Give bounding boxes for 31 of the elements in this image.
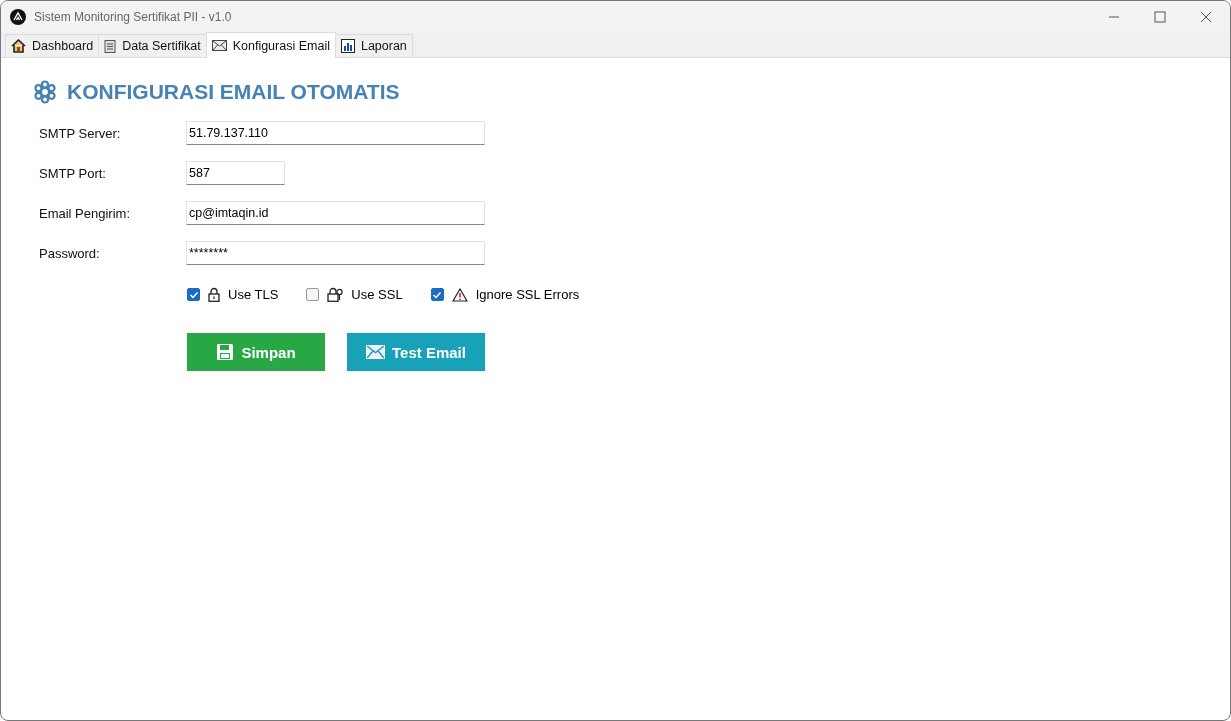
field-label: SMTP Server:: [39, 125, 122, 141]
tab[interactable]: Konfigurasi Email: [205, 32, 336, 58]
envelope-icon: [211, 40, 227, 51]
warning-icon: [451, 287, 468, 302]
maximize-icon[interactable]: [1154, 10, 1166, 23]
window-title: Sistem Monitoring Sertifikat PII - v1.0: [34, 9, 232, 24]
house-icon: [11, 39, 26, 53]
field-label: Password:: [39, 245, 101, 261]
tab[interactable]: Laporan: [334, 34, 413, 57]
checkbox-label: Use TLS: [228, 287, 279, 302]
page-heading: KONFIGURASI EMAIL OTOMATIS: [67, 80, 400, 104]
checkbox[interactable]: [430, 288, 444, 301]
bar-chart-icon: [340, 39, 355, 53]
input-field[interactable]: cp@imtaqin.id: [186, 201, 485, 225]
app-logo-icon: [10, 8, 26, 25]
field-label: SMTP Port:: [39, 165, 107, 181]
checkbox-label: Ignore SSL Errors: [475, 287, 580, 302]
padlock-icon: [327, 287, 344, 302]
field-label: Email Pengirim:: [39, 205, 132, 221]
checkbox[interactable]: [306, 288, 320, 301]
gear-icon: [33, 80, 57, 104]
clipboard-icon: [104, 39, 117, 53]
input-field[interactable]: ********: [186, 241, 485, 265]
tab[interactable]: Dashboard: [5, 34, 100, 57]
input-field[interactable]: 587: [186, 161, 285, 185]
checkbox[interactable]: [187, 288, 200, 301]
checkbox-label: Use SSL: [351, 287, 403, 302]
close-icon[interactable]: [1200, 10, 1212, 23]
padlock-icon: [208, 287, 220, 302]
envelope-icon: [366, 345, 386, 359]
input-field[interactable]: 51.79.137.110: [186, 121, 485, 145]
